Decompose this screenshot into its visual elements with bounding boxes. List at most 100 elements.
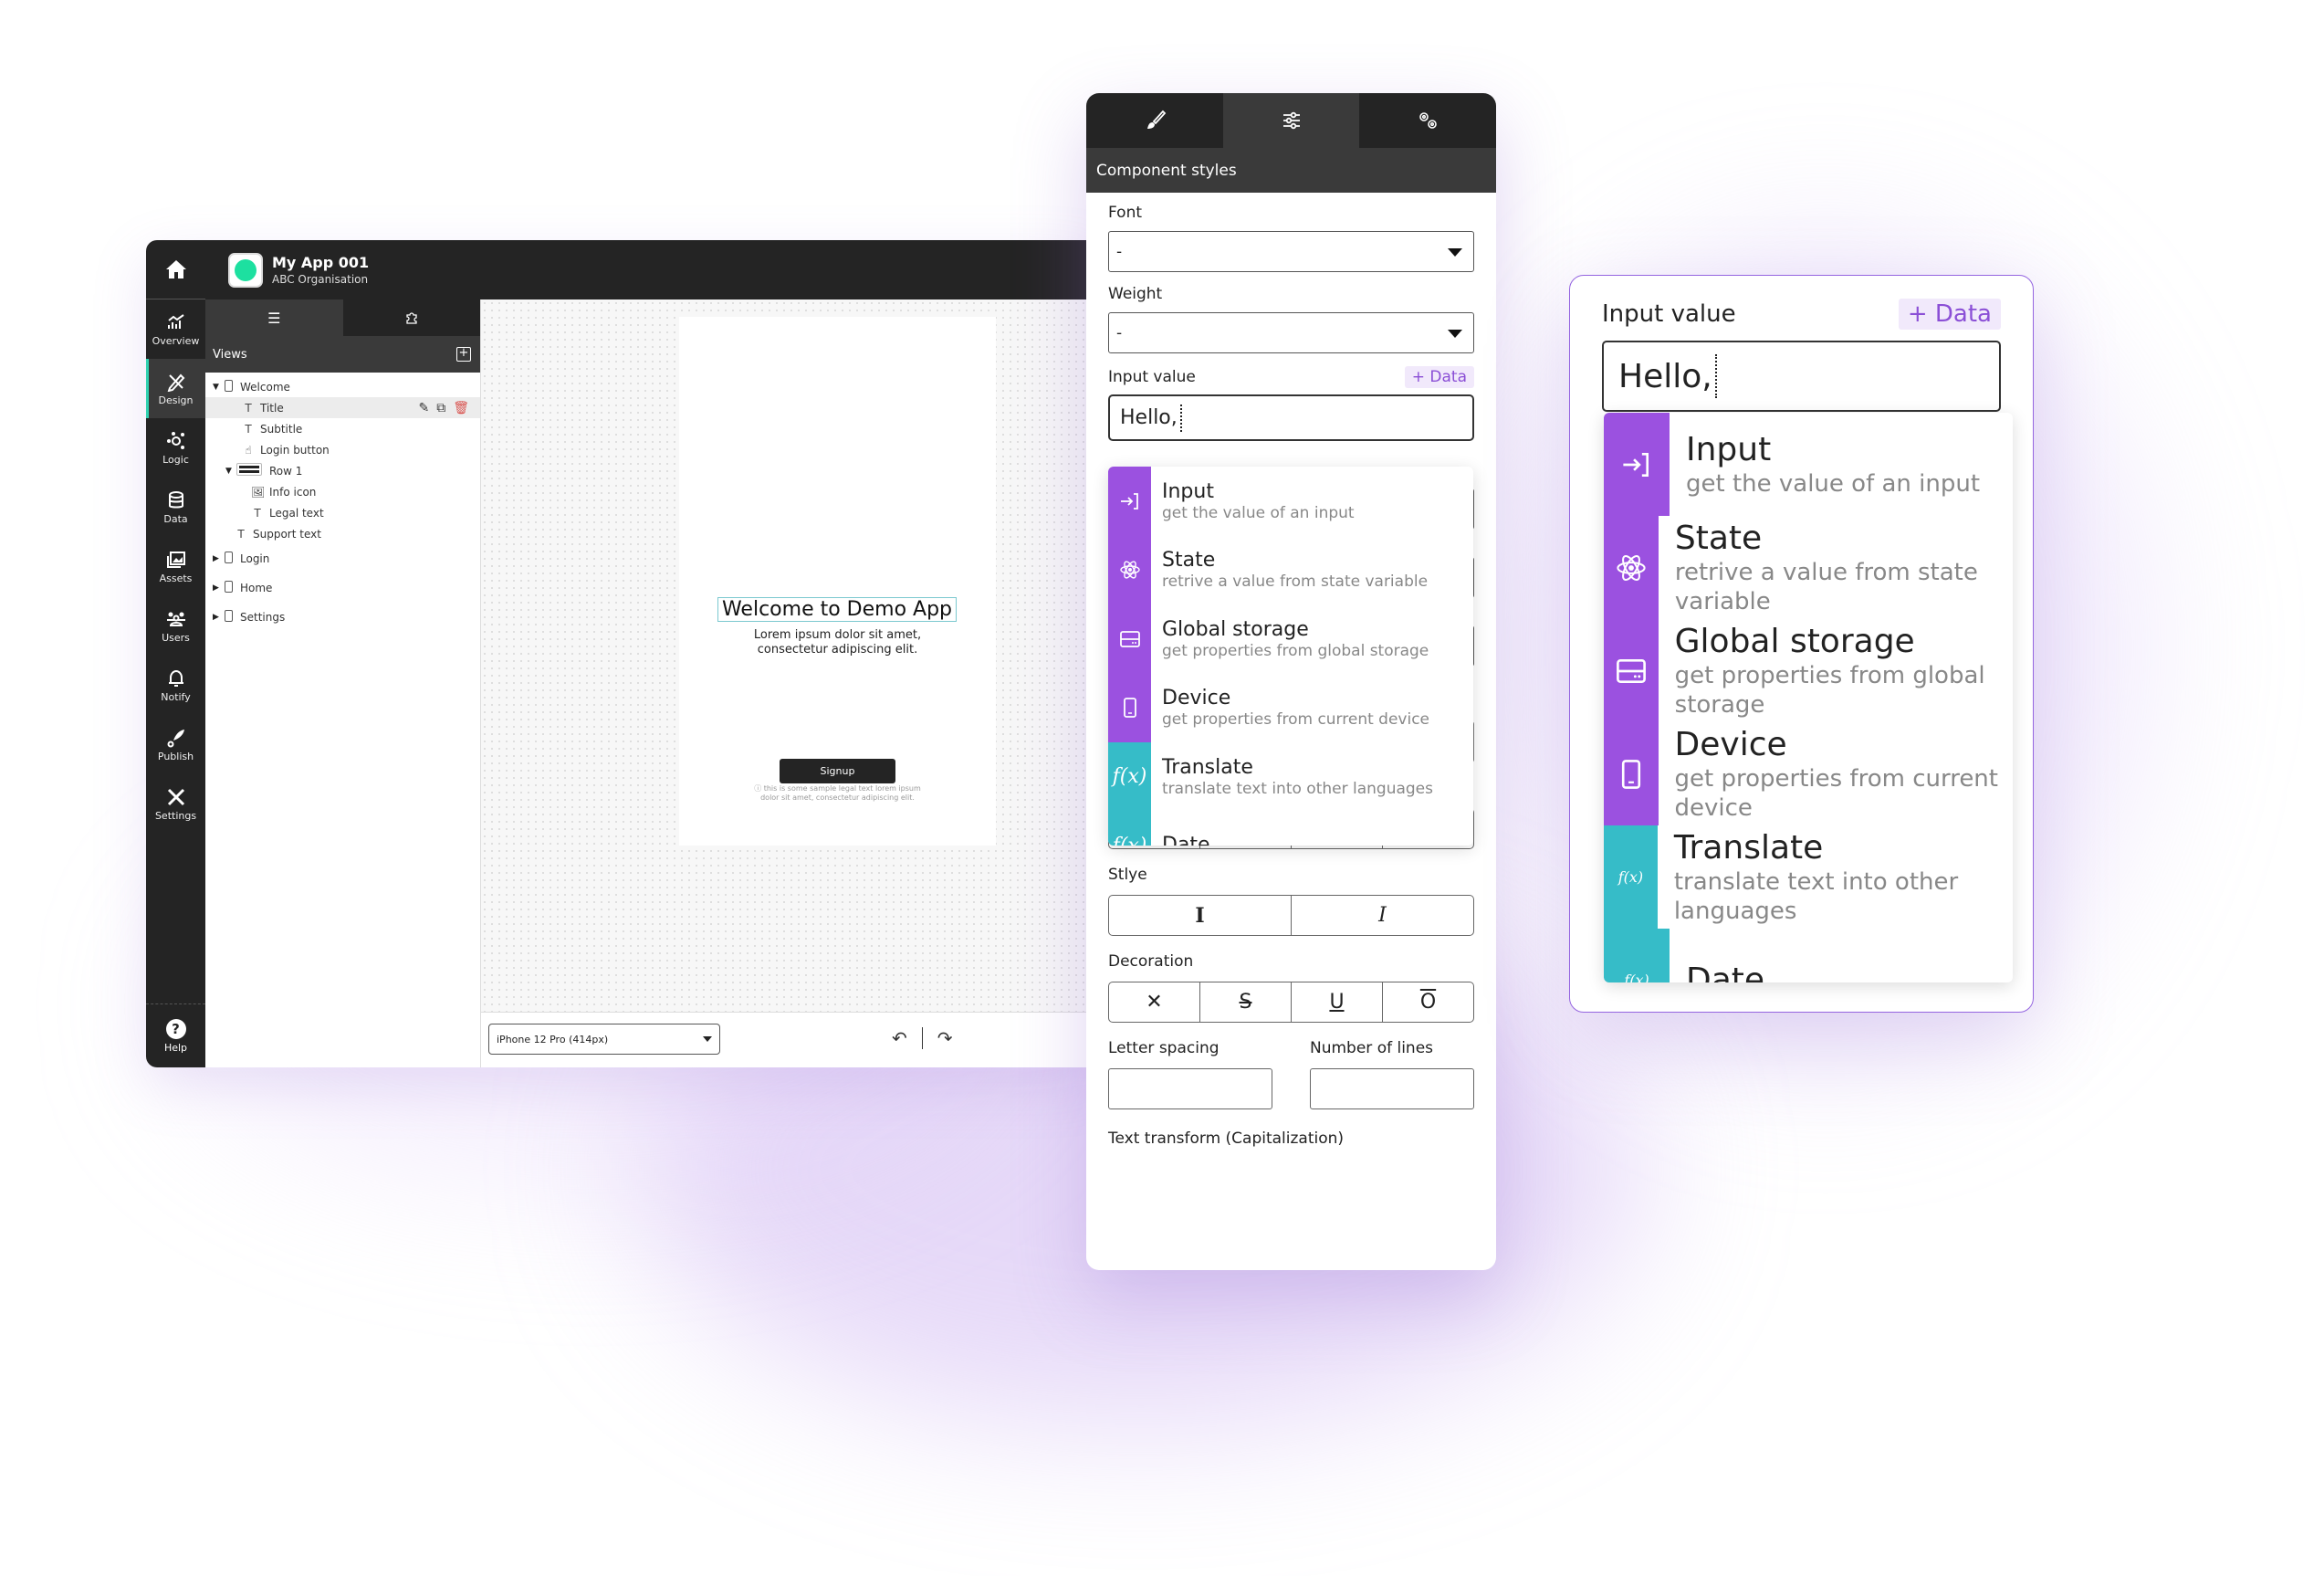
data-source-date[interactable]: f(x) Date: [1108, 811, 1473, 846]
rail-item-settings[interactable]: Settings: [146, 774, 205, 834]
preview-title[interactable]: Welcome to Demo App: [717, 597, 957, 622]
strikethrough-button[interactable]: S: [1200, 982, 1292, 1022]
rail-item-notify[interactable]: Notify: [146, 656, 205, 715]
data-source-global-storage[interactable]: Global storage get properties from global…: [1604, 619, 2013, 722]
rail-item-logic[interactable]: Logic: [146, 418, 205, 478]
duplicate-icon[interactable]: ⧉: [436, 401, 445, 415]
font-select-value: -: [1116, 242, 1123, 261]
input-value-field[interactable]: Hello,: [1108, 394, 1474, 441]
rail-item-users[interactable]: Users: [146, 596, 205, 656]
tree-node-legal-text[interactable]: T Legal text: [205, 502, 480, 523]
caret-down-icon[interactable]: ▼: [225, 467, 235, 476]
rail-item-data[interactable]: Data: [146, 478, 205, 537]
caret-right-icon[interactable]: ▶: [213, 613, 222, 622]
italic-style-button[interactable]: I: [1292, 896, 1473, 935]
tree-node-title[interactable]: T Title ✎ ⧉ 🗑: [205, 397, 480, 418]
caret-right-icon[interactable]: ▶: [213, 554, 222, 563]
close-icon: ✕: [1146, 991, 1163, 1014]
data-source-input[interactable]: Input get the value of an input: [1108, 467, 1473, 536]
help-button[interactable]: ? Help: [146, 1003, 205, 1067]
delete-icon[interactable]: 🗑: [453, 401, 469, 415]
preview-signup-button[interactable]: Signup: [780, 759, 895, 783]
app-builder-window: Overview Design Logic Data Assets Users Notify…: [146, 240, 1095, 1067]
data-source-title: State: [1674, 519, 1763, 557]
storage-icon: [1616, 658, 1646, 683]
edit-icon[interactable]: ✎: [418, 401, 429, 415]
tree-node-info-icon[interactable]: 🖼 Info icon: [205, 481, 480, 502]
rail-item-publish[interactable]: Publish: [146, 715, 205, 774]
tree-node-row-1[interactable]: ▼ Row 1: [205, 460, 480, 481]
data-source-description: get the value of an input: [1686, 469, 1981, 498]
letter-spacing-input[interactable]: [1108, 1068, 1272, 1109]
text-icon: T: [245, 401, 252, 415]
subtitle-line: Lorem ipsum dolor sit amet,: [753, 628, 922, 642]
rail-item-label: Publish: [157, 750, 194, 762]
data-source-input[interactable]: Input get the value of an input: [1604, 413, 2013, 516]
rail-item-design[interactable]: Design: [146, 359, 205, 418]
caret-down-icon[interactable]: ▼: [213, 383, 222, 392]
tree-node-home[interactable]: ▶ Home: [205, 573, 480, 603]
data-source-device[interactable]: Device get properties from current device: [1604, 722, 2013, 825]
tab-styles[interactable]: [1222, 93, 1360, 148]
redo-button[interactable]: ↷: [937, 1027, 953, 1049]
views-header: Views +: [205, 336, 480, 373]
tree-node-login-button[interactable]: ☝ Login button: [205, 439, 480, 460]
data-source-title: Global storage: [1674, 622, 1915, 660]
data-source-translate[interactable]: f(x) Translate translate text into other l…: [1604, 825, 2013, 929]
home-button[interactable]: [146, 240, 205, 299]
chevron-down-icon: [703, 1036, 712, 1046]
font-label: Font: [1108, 204, 1143, 222]
add-data-button[interactable]: + Data: [1898, 299, 2001, 330]
decoration-label: Decoration: [1108, 952, 1194, 971]
input-value-label: Input value + Data: [1108, 366, 1474, 388]
device-select[interactable]: iPhone 12 Pro (414px): [488, 1024, 720, 1055]
data-source-title: Translate: [1162, 755, 1253, 779]
tree-node-label: Home: [240, 582, 273, 594]
tree-node-label: Title: [260, 401, 284, 415]
row-icon: [235, 463, 264, 478]
subtitle-line: consectetur adipiscing elit.: [757, 643, 918, 657]
tree-node-settings[interactable]: ▶ Settings: [205, 603, 480, 632]
tree-node-login[interactable]: ▶ Login: [205, 544, 480, 573]
overline-button[interactable]: O: [1383, 982, 1473, 1022]
number-of-lines-input[interactable]: [1310, 1068, 1474, 1109]
input-value-field[interactable]: Hello,: [1602, 341, 2001, 412]
data-source-title: Input: [1162, 479, 1214, 503]
data-source-dropdown: Input get the value of an input State retri…: [1604, 413, 2013, 982]
preview-subtitle[interactable]: Lorem ipsum dolor sit amet, consectetur …: [679, 628, 996, 657]
phone-icon: [222, 552, 235, 566]
data-source-state[interactable]: State retrive a value from state variable: [1604, 516, 2013, 619]
underline-button[interactable]: U: [1292, 982, 1383, 1022]
data-source-date[interactable]: f(x) Date: [1604, 929, 2013, 982]
design-canvas[interactable]: Welcome to Demo App Lorem ipsum dolor si…: [481, 299, 1095, 1012]
data-source-device[interactable]: Device get properties from current device: [1108, 673, 1473, 742]
tree-node-welcome[interactable]: ▼ Welcome: [205, 376, 480, 397]
data-source-translate[interactable]: f(x) Translate translate text into other l…: [1108, 742, 1473, 812]
normal-style-button[interactable]: I: [1109, 896, 1292, 935]
font-select[interactable]: -: [1108, 231, 1474, 272]
caret-right-icon[interactable]: ▶: [213, 583, 222, 593]
add-data-button[interactable]: + Data: [1404, 366, 1474, 388]
overline-icon: O: [1419, 991, 1437, 1014]
rail-item-assets[interactable]: Assets: [146, 537, 205, 596]
rail-item-overview[interactable]: Overview: [146, 299, 205, 359]
data-source-state[interactable]: State retrive a value from state variable: [1108, 535, 1473, 604]
add-view-button[interactable]: +: [456, 347, 471, 362]
rail-item-label: Overview: [152, 334, 200, 347]
tab-settings[interactable]: [1359, 93, 1496, 148]
tab-components[interactable]: [343, 299, 481, 336]
tab-layers[interactable]: ☰: [205, 299, 343, 336]
tree-node-support-text[interactable]: T Support text: [205, 523, 480, 544]
weight-select[interactable]: -: [1108, 312, 1474, 353]
data-source-title: Device: [1162, 687, 1231, 710]
tab-appearance[interactable]: [1086, 93, 1223, 148]
data-source-global-storage[interactable]: Global storage get properties from global…: [1108, 604, 1473, 674]
tree-node-subtitle[interactable]: T Subtitle: [205, 418, 480, 439]
phone-icon: [222, 581, 235, 595]
decoration-none-button[interactable]: ✕: [1109, 982, 1200, 1022]
preview-legal-text[interactable]: ⓘ this is some sample legal text lorem i…: [734, 784, 941, 803]
rail-item-label: Logic: [162, 453, 189, 466]
data-source-dropdown: Input get the value of an input State retri…: [1108, 467, 1473, 846]
undo-button[interactable]: ↶: [892, 1027, 907, 1049]
input-value-zoom-card: Input value + Data Hello, Input get the v…: [1569, 275, 2034, 1013]
